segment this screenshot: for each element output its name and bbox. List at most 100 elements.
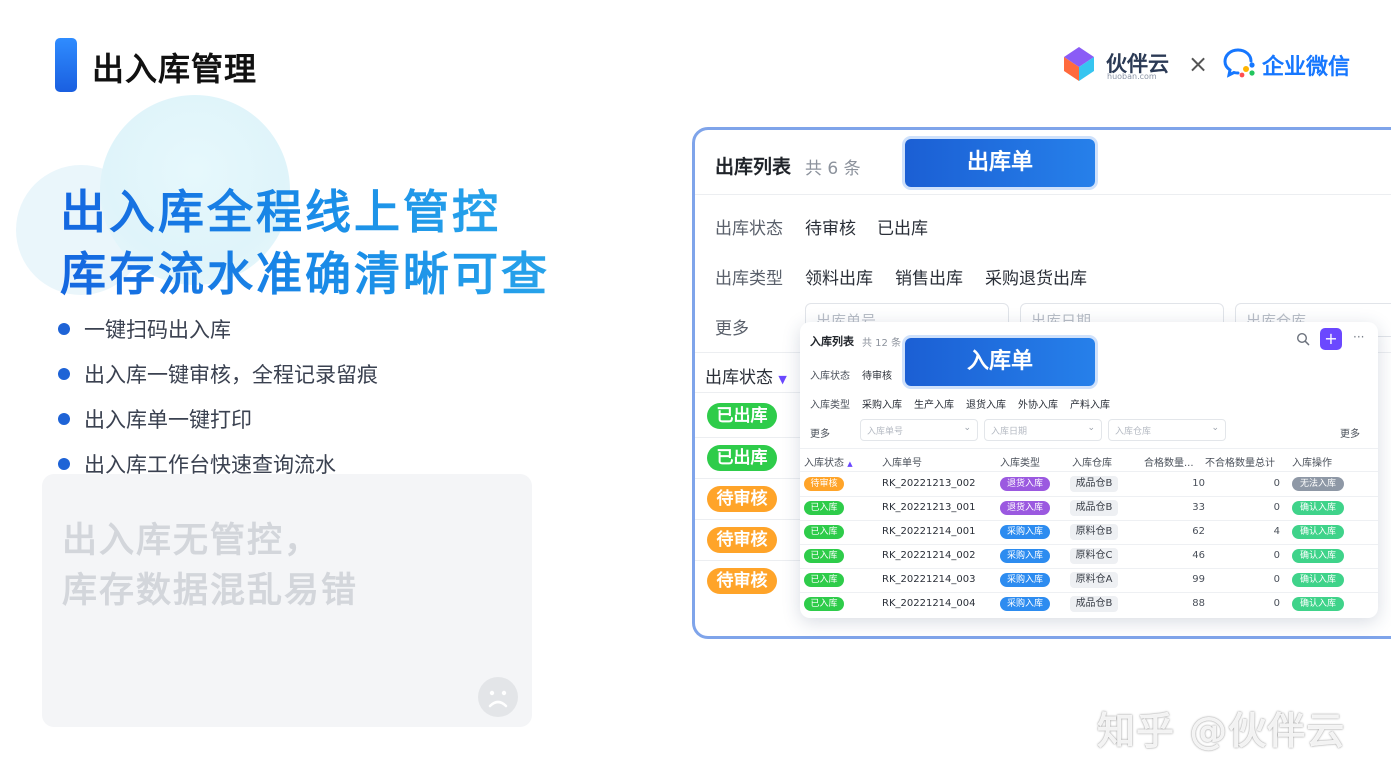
inbound-number: RK_20221214_002 [882,550,976,561]
inbound-number: RK_20221214_004 [882,598,976,609]
type-option-byproduct[interactable]: 产料入库 [1070,396,1110,411]
inbound-action-button[interactable]: 无法入库 [1292,477,1344,491]
add-button[interactable]: + [1320,328,1342,350]
inbound-date-select[interactable]: 入库日期 ⌄ [984,419,1102,441]
status-badge: 待审核 [707,486,777,512]
type-badge: 采购入库 [1000,549,1050,563]
status-badge: 已入库 [804,525,844,539]
inbound-type-label: 入库类型 [810,400,850,411]
zhihu-watermark: 知乎 @伙伴云 [1097,709,1346,753]
table-row[interactable]: 已入库 RK_20221214_001 采购入库 原料仓B 62 4 确认入库 [800,520,1378,544]
type-badge: 退货入库 [1000,477,1050,491]
warehouse-tag: 成品仓B [1070,500,1118,516]
inbound-number: RK_20221214_001 [882,526,976,537]
table-row[interactable]: 待审核 RK_20221213_002 退货入库 成品仓B 10 0 无法入库 [800,472,1378,496]
qualified-qty: 99 [1192,574,1205,585]
hero-headline-1: 出入库全程线上管控 [60,176,501,242]
outbound-count: 共 6 条 [805,159,861,179]
inbound-action-button[interactable]: 确认入库 [1292,501,1344,515]
search-icon[interactable] [1296,332,1310,346]
chevron-down-icon: ⌄ [1087,423,1095,433]
bullet-dot-icon [58,412,70,425]
status-badge: 待审核 [804,477,844,491]
unqualified-qty: 0 [1273,598,1280,609]
bullet-dot-icon [58,367,70,380]
more-button[interactable]: 更多 [1340,425,1360,440]
table-row[interactable]: 已入库 RK_20221214_004 采购入库 成品仓B 88 0 确认入库 [800,592,1378,616]
status-badge: 已入库 [804,501,844,515]
divider [695,437,805,438]
column-header-qualified[interactable]: 合格数量... [1144,454,1194,469]
chevron-down-icon: ⌄ [1211,423,1219,433]
outbound-list-title: 出库列表 [715,156,792,178]
inbound-number: RK_20221213_001 [882,502,976,513]
inbound-action-button[interactable]: 确认入库 [1292,573,1344,587]
warehouse-tag: 原料仓C [1070,548,1118,564]
unqualified-qty: 4 [1273,526,1280,537]
status-badge: 已入库 [804,549,844,563]
inbound-order-badge: 入库单 [905,338,1095,386]
type-option-purchase[interactable]: 采购入库 [862,396,902,411]
type-option-outsourcing[interactable]: 外协入库 [1018,396,1058,411]
inbound-number: RK_20221213_002 [882,478,976,489]
table-row[interactable]: 已入库 RK_20221213_001 退货入库 成品仓B 33 0 确认入库 [800,496,1378,520]
table-row[interactable]: 已入库 RK_20221214_003 采购入库 原料仓A 99 0 确认入库 [800,568,1378,592]
feature-item: 一键扫码出入库 [58,306,378,351]
status-option-shipped[interactable]: 已出库 [877,214,928,239]
inbound-count: 共 12 条 [862,338,902,349]
inbound-warehouse-select[interactable]: 入库仓库 ⌄ [1108,419,1226,441]
status-badge: 已出库 [707,403,777,429]
times-sign: × [1188,50,1209,78]
divider [695,519,805,520]
pain-point-line-2: 库存数据混乱易错 [62,571,359,611]
inbound-action-button[interactable]: 确认入库 [1292,597,1344,611]
more-filters-label[interactable]: 更多 [810,425,830,440]
feature-item: 出入库单一键打印 [58,396,378,441]
column-header-warehouse[interactable]: 入库仓库 [1072,454,1112,469]
type-option-sales[interactable]: 销售出库 [895,264,963,289]
divider [695,560,805,561]
column-header-type[interactable]: 入库类型 [1000,454,1040,469]
unqualified-qty: 0 [1273,574,1280,585]
outbound-status-label: 出库状态 [715,219,783,239]
column-header-action[interactable]: 入库操作 [1292,454,1332,469]
table-row[interactable]: 已入库 RK_20221214_002 采购入库 原料仓C 46 0 确认入库 [800,544,1378,568]
outbound-order-badge: 出库单 [905,139,1095,187]
page-title: 出入库管理 [92,50,258,88]
more-filters-label[interactable]: 更多 [715,314,749,339]
type-badge: 采购入库 [1000,597,1050,611]
sort-icon: ▲ [847,460,853,468]
unqualified-qty: 0 [1273,550,1280,561]
type-option-purchase-return[interactable]: 采购退货出库 [985,264,1087,289]
outbound-type-label: 出库类型 [715,269,783,289]
status-option-pending[interactable]: 待审核 [862,367,892,382]
divider [695,478,805,479]
column-header-number[interactable]: 入库单号 [882,454,922,469]
status-option-pending[interactable]: 待审核 [805,214,856,239]
warehouse-tag: 成品仓B [1070,596,1118,612]
title-accent-bar [55,38,77,92]
column-header-status[interactable]: 入库状态 ▲ [804,454,853,469]
type-option-production[interactable]: 生产入库 [914,396,954,411]
more-dots-icon[interactable]: ··· [1353,330,1364,344]
type-badge: 退货入库 [1000,501,1050,515]
status-badge: 已入库 [804,597,844,611]
unqualified-qty: 0 [1273,502,1280,513]
status-badge: 已入库 [804,573,844,587]
status-badge: 待审核 [707,527,777,553]
inbound-number-select[interactable]: 入库单号 ⌄ [860,419,978,441]
status-badge: 已出库 [707,445,777,471]
column-header-status[interactable]: 出库状态 ▼ [705,363,787,388]
inbound-action-button[interactable]: 确认入库 [1292,525,1344,539]
column-header-unqualified[interactable]: 不合格数量总计 [1205,454,1275,469]
type-badge: 采购入库 [1000,573,1050,587]
type-option-return[interactable]: 退货入库 [966,396,1006,411]
inbound-action-button[interactable]: 确认入库 [1292,549,1344,563]
partner-name: 企业微信 [1262,55,1351,80]
status-badge: 待审核 [707,568,777,594]
warehouse-tag: 原料仓B [1070,524,1118,540]
divider [800,448,1378,449]
unqualified-qty: 0 [1273,478,1280,489]
type-option-material[interactable]: 领料出库 [805,264,873,289]
feature-item: 出入库一键审核，全程记录留痕 [58,351,378,396]
